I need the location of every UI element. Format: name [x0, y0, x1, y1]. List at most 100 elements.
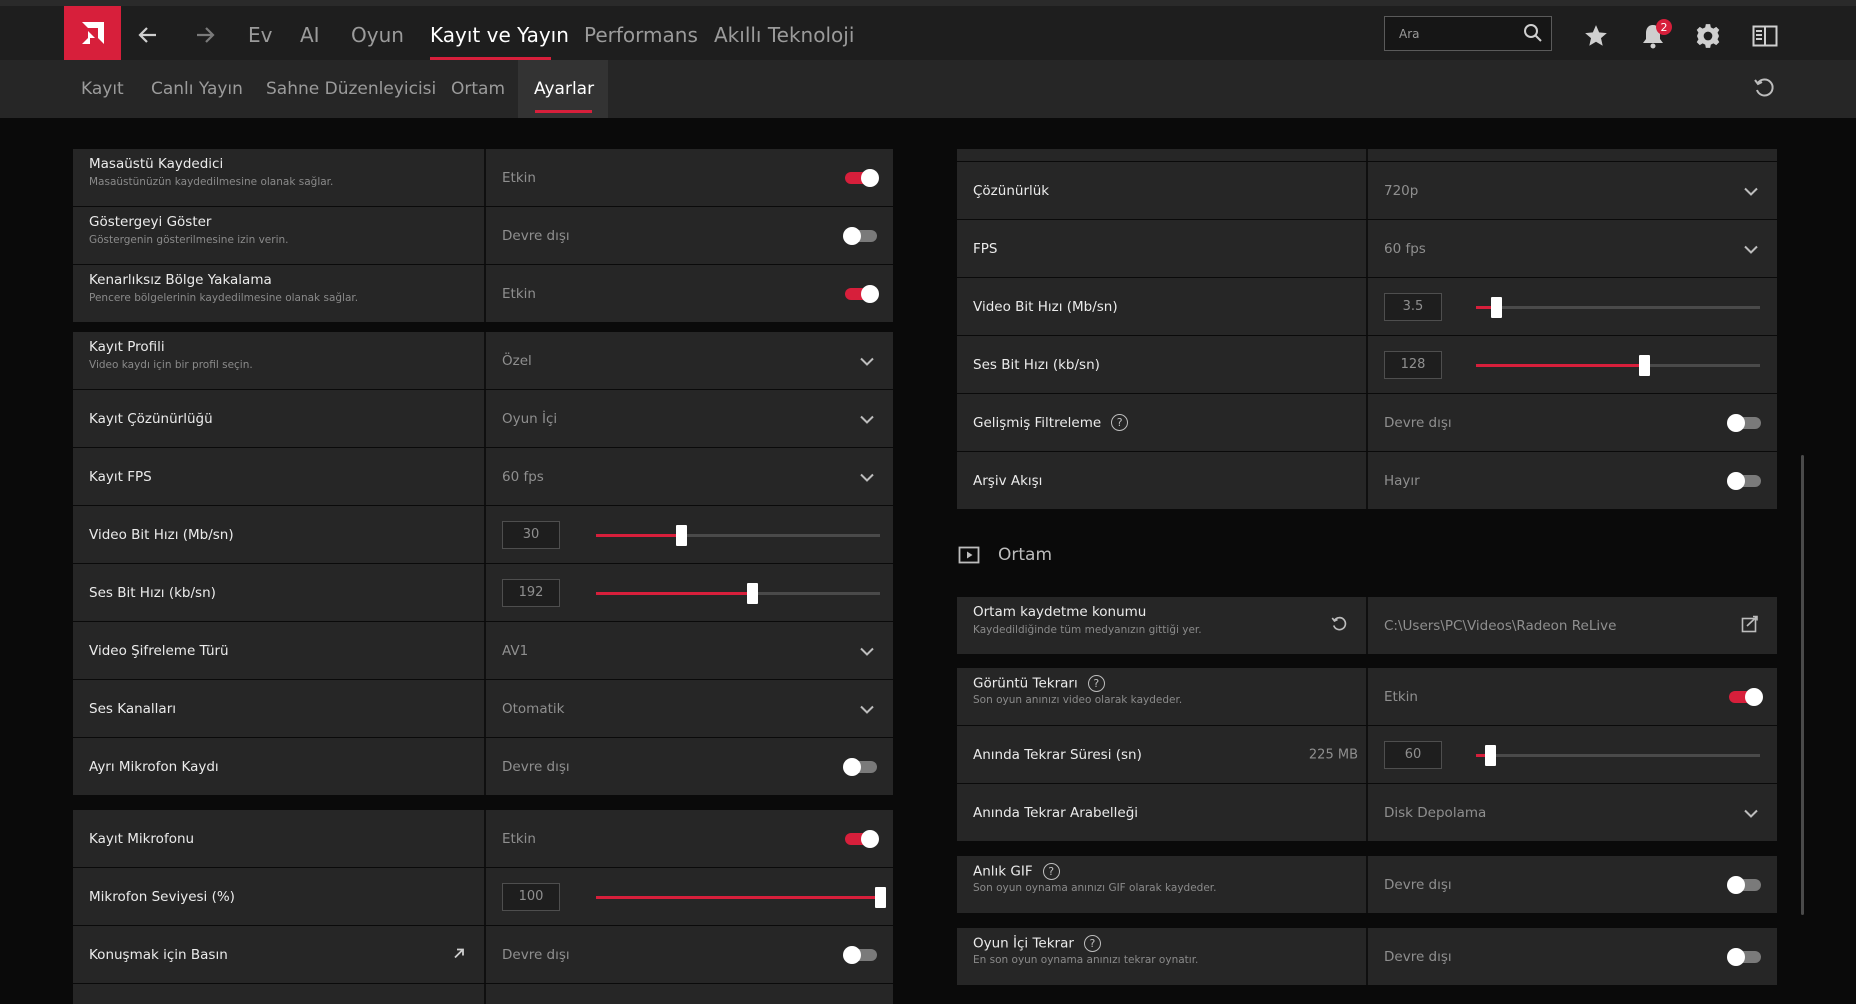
amd-logo-icon[interactable] [64, 6, 121, 60]
instant-replay-title: Görüntü Tekrarı [973, 675, 1078, 692]
chevron-down-icon[interactable] [859, 467, 875, 486]
help-icon[interactable]: ? [1083, 935, 1101, 952]
search-input[interactable] [1385, 17, 1513, 50]
fps-row[interactable]: FPS 60 fps [957, 220, 1777, 277]
recording-profile-row[interactable]: Kayıt Profili Video kaydı için bir profil… [73, 332, 893, 389]
mic-level-row: Mikrofon Seviyesi (%) 100 [73, 868, 893, 925]
setting-value: Etkin [502, 169, 536, 186]
replay-duration-input[interactable]: 60 [1384, 740, 1442, 769]
stream-video-bitrate-slider[interactable] [1476, 296, 1760, 318]
replay-duration-row: Anında Tekrar Süresi (sn) 225 MB 60 [957, 726, 1777, 783]
stream-audio-bitrate-input[interactable]: 128 [1384, 350, 1442, 379]
tab-recording[interactable]: Kayıt [81, 79, 124, 99]
tab-media[interactable]: Ortam [451, 79, 505, 99]
audio-bitrate-input[interactable]: 192 [502, 578, 560, 607]
setting-value: Devre dışı [1384, 876, 1452, 893]
setting-value: Devre dışı [502, 758, 570, 775]
setting-value: Devre dışı [502, 227, 570, 244]
instant-replay-row: Görüntü Tekrarı? Son oyun anınızı video o… [957, 668, 1777, 725]
replay-buffer-row[interactable]: Anında Tekrar Arabelleği Disk Depolama [957, 784, 1777, 841]
search-box[interactable] [1384, 16, 1552, 51]
push-to-talk-toggle[interactable] [843, 945, 877, 964]
separate-mic-row: Ayrı Mikrofon Kaydı Devre dışı [73, 738, 893, 795]
mic-level-input[interactable]: 100 [502, 882, 560, 911]
setting-title: Video Şifreleme Türü [89, 642, 229, 659]
tab-live-stream[interactable]: Canlı Yayın [151, 79, 243, 99]
star-icon[interactable] [1582, 22, 1610, 50]
scrollbar[interactable] [1801, 455, 1804, 915]
stream-audio-bitrate-slider[interactable] [1476, 354, 1760, 376]
borderless-capture-row: Kenarlıksız Bölge Yakalama Pencere bölgel… [73, 265, 893, 322]
setting-title: Ses Bit Hızı (kb/sn) [89, 584, 216, 601]
reset-location-icon[interactable] [1330, 615, 1348, 637]
stream-video-bitrate-input[interactable]: 3.5 [1384, 292, 1442, 321]
chevron-down-icon[interactable] [859, 409, 875, 428]
nav-performance[interactable]: Performans [584, 23, 698, 47]
audio-bitrate-row: Ses Bit Hızı (kb/sn) 192 [73, 564, 893, 621]
video-bitrate-row: Video Bit Hızı (Mb/sn) 30 [73, 506, 893, 563]
instant-replay-toggle[interactable] [1729, 687, 1763, 706]
instant-gif-row: Anlık GIF? Son oyun oynama anınızı GIF ol… [957, 856, 1777, 913]
chevron-down-icon[interactable] [1743, 803, 1759, 822]
audio-bitrate-slider[interactable] [596, 582, 880, 604]
video-bitrate-slider[interactable] [596, 524, 880, 546]
chevron-down-icon[interactable] [859, 351, 875, 370]
top-bar: Ev AI Oyun Kayıt ve Yayın Performans Akı… [0, 0, 1856, 60]
borderless-capture-toggle[interactable] [845, 284, 879, 303]
ingame-replay-title: Oyun İçi Tekrar [973, 935, 1074, 952]
push-to-talk-row: Konuşmak için Basın Devre dışı [73, 926, 893, 983]
setting-title: Kayıt Çözünürlüğü [89, 410, 213, 427]
setting-title: Ses Bit Hızı (kb/sn) [973, 356, 1100, 373]
external-link-icon[interactable] [452, 945, 466, 964]
back-arrow-icon[interactable] [133, 20, 163, 50]
audio-channels-row[interactable]: Ses Kanalları Otomatik [73, 680, 893, 737]
separate-mic-toggle[interactable] [843, 757, 877, 776]
tab-settings[interactable]: Ayarlar [534, 79, 594, 99]
help-icon[interactable]: ? [1042, 863, 1060, 880]
forward-arrow-icon[interactable] [190, 20, 220, 50]
edit-folder-icon[interactable] [1741, 615, 1759, 637]
nav-home[interactable]: Ev [248, 23, 272, 47]
setting-title: Video Bit Hızı (Mb/sn) [973, 298, 1118, 315]
resolution-row[interactable]: Çözünürlük 720p [957, 162, 1777, 219]
chevron-down-icon[interactable] [1743, 181, 1759, 200]
instant-gif-toggle[interactable] [1727, 875, 1761, 894]
reset-icon[interactable] [1752, 76, 1776, 104]
nav-gaming[interactable]: Oyun [351, 23, 404, 47]
gear-icon[interactable] [1694, 22, 1722, 50]
video-bitrate-input[interactable]: 30 [502, 520, 560, 549]
setting-title: Ortam kaydetme konumu [973, 604, 1147, 620]
search-icon[interactable] [1523, 23, 1543, 47]
advanced-filter-toggle[interactable] [1727, 413, 1761, 432]
archive-stream-toggle[interactable] [1727, 471, 1761, 490]
show-indicator-toggle[interactable] [843, 226, 877, 245]
setting-title: Arşiv Akışı [973, 472, 1043, 489]
stream-audio-bitrate-row: Ses Bit Hızı (kb/sn) 128 [957, 336, 1777, 393]
mic-level-slider[interactable] [596, 886, 886, 908]
desktop-recorder-toggle[interactable] [845, 168, 879, 187]
help-icon[interactable]: ? [1111, 414, 1129, 431]
chevron-down-icon[interactable] [1743, 239, 1759, 258]
chevron-down-icon[interactable] [859, 699, 875, 718]
replay-duration-slider[interactable] [1476, 744, 1760, 766]
setting-title: Anında Tekrar Süresi (sn) [973, 746, 1142, 763]
chevron-down-icon[interactable] [859, 641, 875, 660]
help-icon[interactable]: ? [1087, 675, 1105, 692]
setting-value: Etkin [1384, 688, 1418, 705]
setting-description: Kaydedildiğinde tüm medyanızın gittiği y… [973, 624, 1202, 636]
nav-record-stream[interactable]: Kayıt ve Yayın [430, 23, 569, 47]
nav-smart-technology[interactable]: Akıllı Teknoloji [714, 23, 854, 47]
recording-fps-row[interactable]: Kayıt FPS 60 fps [73, 448, 893, 505]
ingame-replay-toggle[interactable] [1727, 947, 1761, 966]
recording-resolution-row[interactable]: Kayıt Çözünürlüğü Oyun İçi [73, 390, 893, 447]
video-encoding-row[interactable]: Video Şifreleme Türü AV1 [73, 622, 893, 679]
record-mic-toggle[interactable] [845, 829, 879, 848]
nav-ai[interactable]: AI [300, 23, 320, 47]
panel-layout-icon[interactable] [1751, 22, 1779, 50]
setting-description: Masaüstünüzün kaydedilmesine olanak sağl… [89, 176, 334, 188]
setting-title: FPS [973, 240, 998, 257]
setting-title: Ses Kanalları [89, 700, 176, 717]
setting-value: Disk Depolama [1384, 804, 1487, 821]
setting-value: Etkin [502, 285, 536, 302]
tab-scene-editor[interactable]: Sahne Düzenleyicisi [266, 79, 436, 99]
